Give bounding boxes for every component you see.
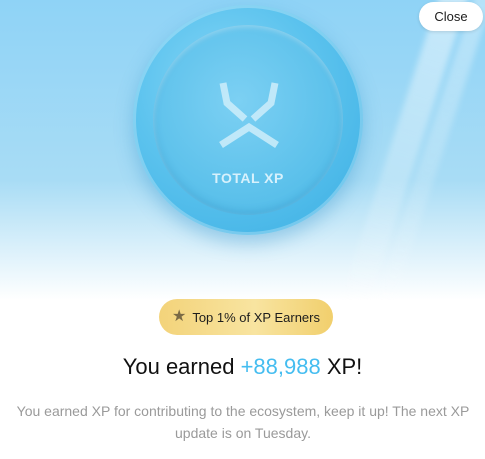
xp-description: You earned XP for contributing to the ec… [16,403,470,441]
hero-banner: TOTAL XP Close [0,0,485,300]
xp-earned-headline: You earned +88,988 XP! [0,354,485,380]
rank-badge-label: Top 1% of XP Earners [192,309,320,325]
coin-face: TOTAL XP [153,25,343,215]
coin-label: TOTAL XP [212,170,284,186]
star-icon: ★ [171,308,187,325]
close-button[interactable]: Close [419,2,483,31]
headline-prefix: You earned [122,354,241,379]
xp-logo-icon [219,82,279,148]
total-xp-coin: TOTAL XP [133,5,363,235]
xp-amount: +88,988 [240,354,321,379]
headline-suffix: XP! [320,354,363,379]
rank-badge: ★ Top 1% of XP Earners [159,299,333,335]
